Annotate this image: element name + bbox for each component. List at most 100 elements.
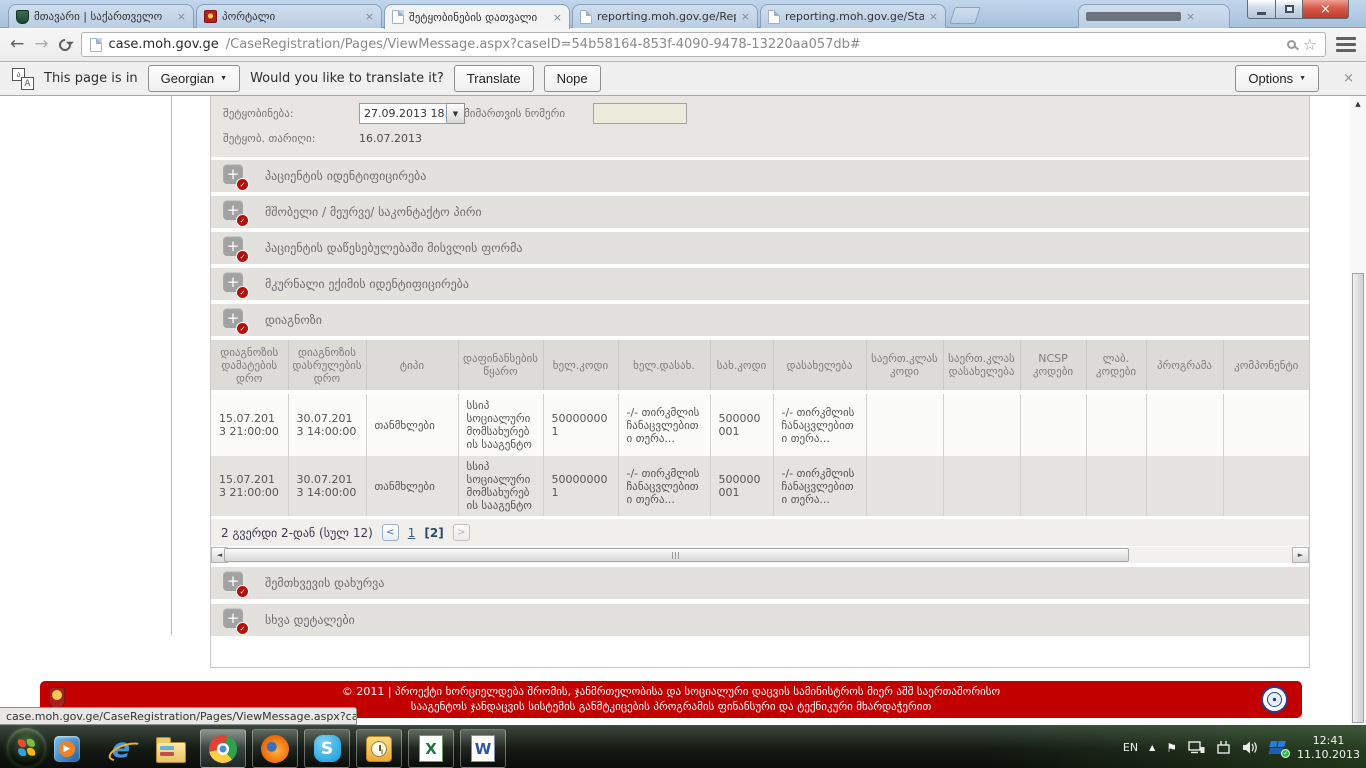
dropbox-icon[interactable]: ✓ <box>1270 741 1286 755</box>
bookmark-star-icon[interactable]: ☆ <box>1303 37 1317 53</box>
section-case-closure[interactable]: + ✓ შემთხვევის დახურვა <box>211 567 1309 599</box>
section-arrival-form[interactable]: + ✓ პაციენტის დაწესებულებაში მისვლის ფორ… <box>211 232 1309 264</box>
vertical-scrollbar[interactable]: ▲ <box>1350 96 1366 725</box>
expand-plus-icon[interactable]: + ✓ <box>223 272 247 296</box>
back-button[interactable]: ← <box>10 36 24 53</box>
page-1-link[interactable]: 1 <box>408 526 416 540</box>
removable-device-icon[interactable] <box>1216 740 1231 755</box>
infobar-message-suffix: Would you like to translate it? <box>250 71 444 86</box>
checkmark-badge-icon: ✓ <box>236 214 249 227</box>
nope-button[interactable]: Nope <box>544 65 601 92</box>
page-content: შეტყობინება: 27.09.2013 18:14 ▼ მიმართვი… <box>0 96 1366 725</box>
windows-logo-icon <box>18 739 36 757</box>
volume-icon[interactable] <box>1242 740 1259 755</box>
url-bar[interactable]: case.moh.gov.ge /CaseRegistration/Pages/… <box>81 32 1327 57</box>
section-patient-identification[interactable]: + ✓ პაციენტის იდენტიფიცირება <box>211 160 1309 192</box>
action-center-flag-icon[interactable]: ⚑ <box>1166 741 1177 755</box>
tab-reporting-sta[interactable]: reporting.moh.gov.ge/Sta × <box>760 4 946 28</box>
minimize-button[interactable] <box>1247 0 1276 19</box>
tab-close-icon[interactable]: × <box>1186 11 1195 22</box>
next-page-button[interactable]: > <box>453 524 470 541</box>
maximize-button[interactable] <box>1276 0 1303 19</box>
tab-close-icon[interactable]: × <box>553 12 562 23</box>
expand-plus-icon[interactable]: + ✓ <box>223 200 247 224</box>
table-row[interactable]: 15.07.2013 21:00:00 30.07.2013 14:00:00 … <box>211 456 1309 516</box>
taskbar-clock[interactable]: 12:41 11.10.2013 <box>1297 734 1360 762</box>
taskbar-word[interactable]: W <box>460 729 506 768</box>
column-header: დიაგნოზის დამატების დრო <box>211 340 288 392</box>
horizontal-scroll-thumb[interactable] <box>224 548 1129 562</box>
translate-button[interactable]: Translate <box>454 65 534 92</box>
expand-plus-icon[interactable]: + ✓ <box>223 236 247 260</box>
tab-home[interactable]: მთავარი | საქართველო × <box>8 4 194 28</box>
close-button[interactable]: × <box>1303 0 1349 19</box>
tab-title: reporting.moh.gov.ge/Rep <box>597 10 736 23</box>
minimize-icon <box>1257 12 1266 15</box>
cell <box>1146 392 1223 456</box>
reload-button[interactable] <box>56 36 73 53</box>
taskbar-file-explorer[interactable] <box>152 729 190 768</box>
vertical-scroll-thumb[interactable] <box>1352 273 1364 723</box>
section-diagnosis[interactable]: + ✓ დიაგნოზი <box>211 304 1309 336</box>
column-header: დაფინანსების წყარო <box>458 340 543 392</box>
checkmark-badge-icon: ✓ <box>236 622 249 635</box>
taskbar-chrome[interactable] <box>200 729 246 768</box>
checkmark-badge-icon: ✓ <box>236 286 249 299</box>
expand-plus-icon[interactable]: + ✓ <box>223 164 247 188</box>
prev-page-button[interactable]: < <box>382 524 399 541</box>
search-icon[interactable] <box>1287 40 1296 49</box>
tab-view-message-active[interactable]: შეტყობინების დათვალი × <box>384 4 570 29</box>
start-button[interactable] <box>7 728 46 767</box>
options-dropdown[interactable]: Options ▼ <box>1235 65 1319 92</box>
url-path: /CaseRegistration/Pages/ViewMessage.aspx… <box>226 37 1280 52</box>
section-other-details[interactable]: + ✓ სხვა დეტალები <box>211 604 1309 636</box>
cell: თანმხლები <box>366 392 458 456</box>
chrome-menu-button[interactable] <box>1336 37 1356 52</box>
hidden-icons-expander-icon[interactable]: ▲ <box>1149 743 1155 752</box>
infobar-close-icon[interactable]: × <box>1343 71 1354 86</box>
taskbar-skype[interactable]: S <box>304 729 350 768</box>
taskbar-internet-explorer[interactable]: e <box>104 729 138 768</box>
table-header-row: დიაგნოზის დამატების დრო დიაგნოზის დასრულ… <box>211 340 1309 392</box>
tab-portal[interactable]: პორტალი × <box>196 4 382 28</box>
section-parent-guardian[interactable]: + ✓ მშობელი / მეურვე/ საკონტაქტო პირი <box>211 196 1309 228</box>
tab-close-icon[interactable]: × <box>929 11 938 22</box>
language-dropdown[interactable]: Georgian ▼ <box>148 65 240 92</box>
tab-close-icon[interactable]: × <box>741 11 750 22</box>
checkmark-badge-icon: ✓ <box>236 178 249 191</box>
referral-number-input[interactable] <box>593 103 687 124</box>
taskbar-media-player[interactable]: ▶ <box>50 729 84 768</box>
taskbar-outlook[interactable] <box>356 729 402 768</box>
tab-reporting-rep[interactable]: reporting.moh.gov.ge/Rep × <box>572 4 758 28</box>
word-icon: W <box>471 735 495 762</box>
column-header: სახ.კოდი <box>710 340 773 392</box>
taskbar-firefox[interactable] <box>252 729 298 768</box>
expand-plus-icon[interactable]: + ✓ <box>223 608 247 632</box>
column-header: კომპონენტი <box>1223 340 1309 392</box>
cell: სსიპ სოციალური მომსახურების სააგენტო <box>458 392 543 456</box>
expand-plus-icon[interactable]: + ✓ <box>223 308 247 332</box>
dropdown-arrow-icon[interactable]: ▼ <box>447 103 465 124</box>
taskbar-excel[interactable]: X <box>408 729 454 768</box>
new-tab-button[interactable] <box>949 7 981 24</box>
language-indicator[interactable]: EN <box>1123 741 1138 754</box>
message-date-dropdown[interactable]: 27.09.2013 18:14 ▼ <box>359 103 465 124</box>
horizontal-scrollbar[interactable]: ◄ ► <box>211 546 1309 563</box>
column-header: დასახელება <box>773 340 866 392</box>
cell: 30.07.2013 14:00:00 <box>288 456 366 516</box>
tab-close-icon[interactable]: × <box>177 11 186 22</box>
expand-plus-icon[interactable]: + ✓ <box>223 571 247 595</box>
table-row[interactable]: 15.07.2013 21:00:00 30.07.2013 14:00:00 … <box>211 392 1309 456</box>
excel-icon: X <box>419 735 443 762</box>
tab-redacted[interactable]: × <box>1078 4 1230 28</box>
page-favicon-icon <box>768 10 780 24</box>
tab-close-icon[interactable]: × <box>365 11 374 22</box>
column-header: პროგრამა <box>1146 340 1223 392</box>
forward-button[interactable]: → <box>34 36 48 53</box>
network-icon[interactable] <box>1188 740 1205 755</box>
column-header: ხელ.კოდი <box>543 340 618 392</box>
scroll-right-icon[interactable]: ► <box>1292 547 1309 563</box>
scroll-up-icon[interactable]: ▲ <box>1350 96 1366 111</box>
section-doctor-identification[interactable]: + ✓ მკურნალი ექიმის იდენტიფიცირება <box>211 268 1309 300</box>
footer-line-1: © 2011 | პროექტი ხორციელდება შრომის, ჯან… <box>342 685 1000 699</box>
